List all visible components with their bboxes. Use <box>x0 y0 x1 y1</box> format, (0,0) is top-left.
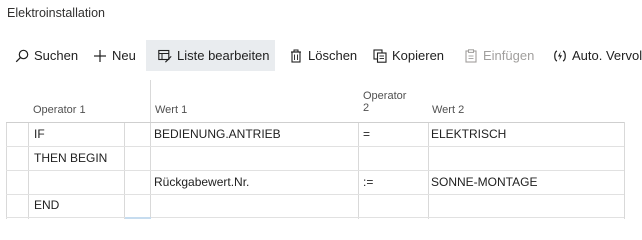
auto-fill-button-label: Auto. Vervollst <box>572 48 642 63</box>
cell-wert2[interactable]: SONNE-MONTAGE <box>431 175 537 189</box>
auto-fill-icon <box>553 49 567 63</box>
search-icon <box>15 49 29 63</box>
column-divider <box>150 80 151 219</box>
trash-icon <box>289 49 303 63</box>
delete-button[interactable]: Löschen <box>289 40 357 71</box>
new-button[interactable]: Neu <box>93 40 136 71</box>
cell-operator2[interactable]: := <box>363 175 373 189</box>
plus-icon <box>93 49 107 63</box>
paste-button-label: Einfügen <box>483 48 535 63</box>
copy-button-label: Kopieren <box>392 48 445 63</box>
cell-wert1[interactable]: Rückgabewert.Nr. <box>154 175 249 189</box>
edit-list-button-label: Liste bearbeiten <box>177 48 270 63</box>
delete-button-label: Löschen <box>308 48 358 63</box>
column-header-operator2[interactable]: Operator 2 <box>363 90 406 114</box>
cell-wert1[interactable]: BEDIENUNG.ANTRIEB <box>154 127 281 141</box>
cell-operator1[interactable]: THEN BEGIN <box>34 151 107 165</box>
cell-operator2[interactable]: = <box>363 127 370 141</box>
selection-indicator <box>125 217 151 219</box>
action-toolbar: Suchen Neu Liste bearbeiten Löschen Kopi… <box>0 40 642 71</box>
column-header-wert1[interactable]: Wert 1 <box>155 104 187 116</box>
cell-operator1[interactable]: IF <box>34 127 45 141</box>
rules-grid: Operator 1 Wert 1 Operator 2 Wert 2 IF B… <box>0 80 642 219</box>
page-title: Elektroinstallation <box>7 6 105 20</box>
column-header-operator1[interactable]: Operator 1 <box>33 104 86 116</box>
cell-operator1[interactable]: END <box>34 198 59 212</box>
cell-wert2[interactable]: ELEKTRISCH <box>431 127 506 141</box>
edit-list-icon <box>158 49 172 63</box>
row-divider <box>6 217 624 218</box>
row-divider <box>6 194 624 195</box>
auto-fill-button[interactable]: Auto. Vervollst <box>553 40 642 71</box>
search-button-label: Suchen <box>34 48 79 63</box>
copy-button[interactable]: Kopieren <box>373 40 444 71</box>
row-divider <box>6 146 624 147</box>
edit-list-button[interactable]: Liste bearbeiten <box>146 40 275 71</box>
column-divider <box>624 122 625 219</box>
row-divider <box>6 122 624 123</box>
column-header-operator2-line2: 2 <box>363 102 370 114</box>
copy-icon <box>373 48 387 63</box>
search-button[interactable]: Suchen <box>15 40 78 71</box>
column-header-operator2-line1: Operator <box>363 90 407 102</box>
row-divider <box>6 170 624 171</box>
new-button-label: Neu <box>112 48 136 63</box>
paste-icon <box>464 48 478 63</box>
paste-button[interactable]: Einfügen <box>464 40 534 71</box>
column-header-wert2[interactable]: Wert 2 <box>432 104 464 116</box>
